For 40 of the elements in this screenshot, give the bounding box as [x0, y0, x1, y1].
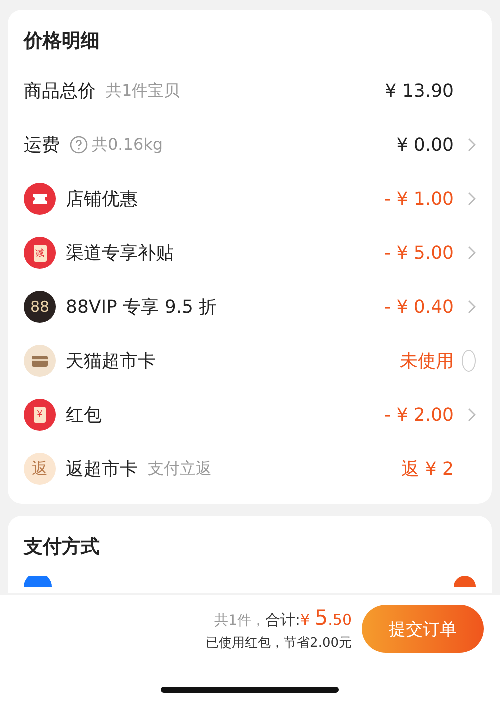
rebate-icon: 返	[24, 453, 56, 485]
row-amount: ¥ 13.90	[385, 80, 454, 102]
card-icon	[24, 345, 56, 377]
row-note: 共1件宝贝	[106, 80, 180, 102]
row-label: 红包	[66, 404, 102, 427]
row-note: 支付立返	[148, 458, 212, 480]
row-amount: - ¥ 0.40	[384, 296, 454, 318]
total-label: 合计:	[265, 611, 300, 630]
saving-text: 已使用红包，节省2.00元	[206, 635, 352, 652]
row-label: 88VIP 专享 9.5 折	[66, 296, 218, 319]
radio-button[interactable]	[462, 350, 476, 372]
chevron-right-icon[interactable]	[468, 138, 476, 152]
row-amount: ¥ 0.00	[396, 134, 454, 156]
chevron-right-icon[interactable]	[468, 246, 476, 260]
discount-icon: 减	[24, 237, 56, 269]
submit-button[interactable]: 提交订单	[362, 605, 484, 653]
section-title: 支付方式	[24, 535, 101, 560]
chevron-right-icon[interactable]	[468, 192, 476, 206]
payment-icon	[24, 576, 52, 587]
section-title: 价格明细	[24, 29, 101, 54]
total-price: ¥ 5.50	[300, 606, 352, 630]
item-count: 共1件，	[214, 612, 266, 630]
row-label: 天猫超市卡	[66, 350, 156, 373]
row-amount: 未使用	[400, 350, 454, 373]
row-label: 店铺优惠	[66, 188, 138, 211]
row-label: 返超市卡	[66, 458, 138, 481]
row-amount: - ¥ 2.00	[384, 404, 454, 426]
vip-icon: 88	[24, 291, 56, 323]
row-label: 运费	[24, 134, 60, 157]
row-amount: - ¥ 5.00	[384, 242, 454, 264]
row-amount: - ¥ 1.00	[384, 188, 454, 210]
row-amount: 返 ¥ 2	[402, 458, 454, 481]
chevron-right-icon[interactable]	[468, 408, 476, 422]
row-label: 渠道专享补贴	[66, 242, 174, 265]
row-note: 共0.16kg	[92, 134, 164, 156]
radio-button[interactable]	[454, 576, 476, 587]
row-label: 商品总价	[24, 80, 96, 103]
ticket-icon	[24, 183, 56, 215]
envelope-icon: ¥	[24, 399, 56, 431]
chevron-right-icon[interactable]	[468, 300, 476, 314]
